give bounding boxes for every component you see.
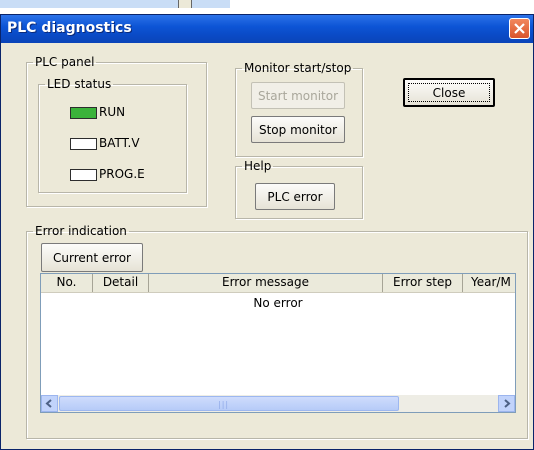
close-button[interactable]: Close — [403, 78, 495, 107]
scroll-left-button[interactable] — [41, 395, 58, 412]
column-error-step[interactable]: Error step — [383, 274, 463, 292]
proge-led-label: PROG.E — [99, 167, 145, 181]
monitor-group-label: Monitor start/stop — [244, 61, 352, 75]
help-group-label: Help — [244, 159, 272, 173]
column-year-month[interactable]: Year/M — [463, 274, 515, 292]
stop-monitor-label: Stop monitor — [258, 123, 338, 137]
error-indication-label: Error indication — [35, 224, 127, 238]
background-window-edge — [178, 0, 192, 8]
horizontal-scrollbar[interactable]: ||| — [41, 395, 515, 412]
error-table-header: No. Detail Error message Error step Year… — [41, 274, 515, 293]
plc-error-button[interactable]: PLC error — [255, 183, 335, 210]
plc-error-label: PLC error — [267, 190, 323, 204]
column-no[interactable]: No. — [41, 274, 93, 292]
run-led-indicator — [70, 107, 97, 119]
stop-monitor-button[interactable]: Stop monitor — [251, 116, 345, 143]
error-table[interactable]: No. Detail Error message Error step Year… — [40, 273, 516, 413]
column-detail[interactable]: Detail — [93, 274, 149, 292]
run-led-label: RUN — [99, 105, 126, 119]
dialog-title: PLC diagnostics — [7, 20, 132, 36]
background-toolbar-strip — [0, 0, 230, 8]
proge-led-indicator — [70, 169, 97, 181]
scrollbar-thumb[interactable]: ||| — [59, 396, 399, 411]
title-bar[interactable]: PLC diagnostics — [1, 15, 533, 43]
scroll-left-arrow-icon — [45, 399, 52, 408]
battv-led-indicator — [70, 138, 97, 150]
close-icon[interactable] — [509, 18, 530, 39]
battv-led-label: BATT.V — [99, 136, 140, 150]
current-error-button[interactable]: Current error — [41, 243, 143, 272]
scroll-right-arrow-icon — [504, 399, 511, 408]
no-error-message: No error — [253, 296, 303, 310]
scroll-right-button[interactable] — [498, 395, 515, 412]
led-status-label: LED status — [47, 77, 112, 91]
current-error-label: Current error — [53, 251, 131, 265]
start-monitor-label: Start monitor — [257, 89, 339, 103]
column-error-message[interactable]: Error message — [149, 274, 383, 292]
plc-diagnostics-dialog: PLC diagnostics PLC panel LED status RUN… — [0, 14, 534, 450]
plc-panel-label: PLC panel — [35, 55, 95, 69]
start-monitor-button[interactable]: Start monitor — [251, 82, 345, 109]
scrollbar-grip-icon: ||| — [218, 400, 230, 409]
close-label: Close — [432, 86, 466, 100]
